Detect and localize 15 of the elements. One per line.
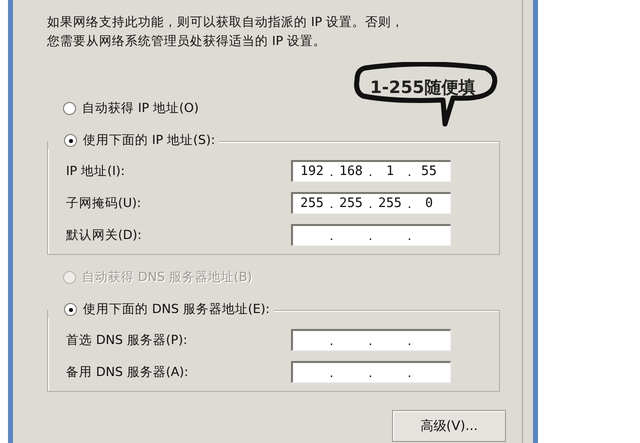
ip-address-field[interactable]: . . . [291, 224, 451, 246]
field-label: 默认网关(D): [66, 226, 143, 244]
annotation-text: 1-255随便填 [370, 77, 476, 99]
description-text: 您需要从网络系统管理员处获得适当的 IP 设置。 [47, 32, 326, 50]
ip-address-field[interactable]: . . . [291, 361, 451, 383]
advanced-button[interactable]: 高级(V)... [392, 410, 506, 442]
field-label: IP 地址(I): [66, 162, 126, 180]
ip-address-field[interactable]: 255 . 255 . 255 . 0 [291, 192, 451, 214]
description-text: 如果网络支持此功能，则可以获取自动指派的 IP 设置。否则， [47, 13, 404, 31]
field-label: 备用 DNS 服务器(A): [66, 364, 190, 380]
field-label: 子网掩码(U): [66, 194, 142, 212]
ip-address-field[interactable]: . . . [291, 329, 451, 351]
ip-address-field[interactable]: 192 . 168 . 1 . 55 [291, 160, 451, 182]
radio-button[interactable]: 自动获得 IP 地址(O) [47, 100, 522, 117]
field-label: 首选 DNS 服务器(P): [66, 332, 188, 348]
